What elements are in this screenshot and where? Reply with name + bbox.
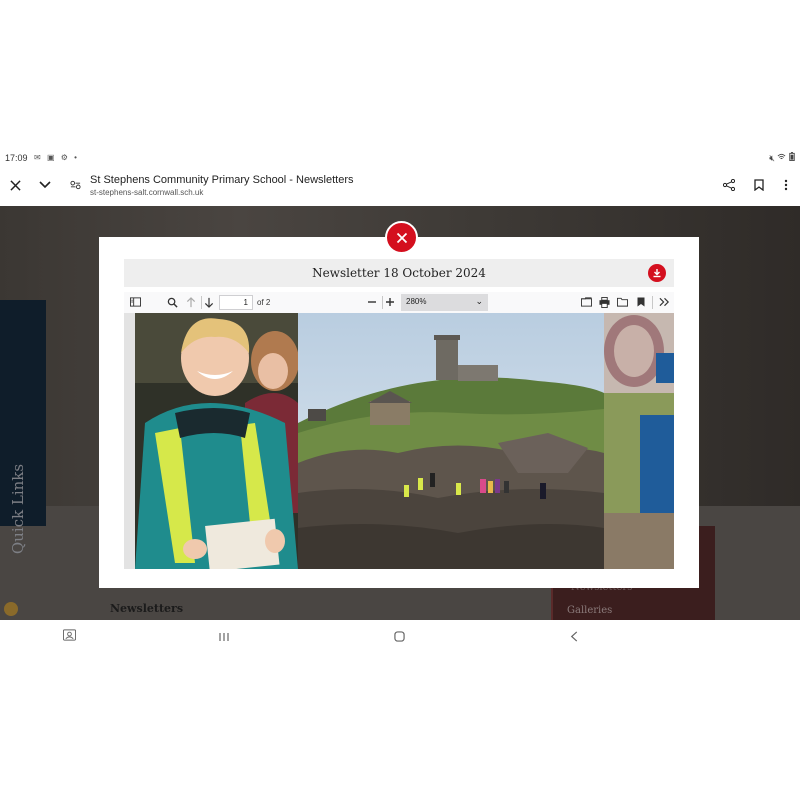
- find-button[interactable]: [164, 294, 180, 310]
- arrow-down-icon: [204, 297, 214, 308]
- close-tab-button[interactable]: [4, 174, 26, 196]
- minimize-button[interactable]: [34, 174, 56, 196]
- page-title: St Stephens Community Primary School - N…: [90, 174, 354, 186]
- document-header: Newsletter 18 October 2024: [124, 259, 674, 287]
- plus-icon: [386, 298, 394, 306]
- toolbar-separator: [652, 296, 653, 309]
- previous-page-button[interactable]: [183, 294, 199, 310]
- bookmark-icon: [637, 297, 645, 307]
- dot-icon: •: [74, 153, 79, 162]
- quick-links-tab[interactable]: Quick Links: [0, 300, 46, 554]
- page-number-input[interactable]: [219, 295, 253, 310]
- wifi-icon: [778, 153, 786, 160]
- side-menu-item-galleries[interactable]: Galleries: [567, 605, 612, 616]
- home-button[interactable]: [394, 629, 405, 647]
- photo-coastline: [298, 313, 604, 569]
- chevron-down-icon: [39, 181, 51, 189]
- print-button[interactable]: [596, 294, 612, 310]
- arrow-up-icon: [186, 296, 196, 307]
- search-icon: [167, 297, 178, 308]
- zoom-in-button[interactable]: [382, 294, 398, 310]
- screenshot-button[interactable]: [63, 628, 76, 646]
- zoom-value: 280%: [406, 297, 427, 306]
- chevron-down-icon: ⌄: [475, 296, 483, 306]
- pdf-toolbar: of 2 280% ⌄: [124, 292, 674, 313]
- pdf-viewport[interactable]: [124, 313, 674, 569]
- home-icon: [394, 631, 405, 642]
- system-icons: 🔇︎: [769, 152, 795, 164]
- pdf-page: [135, 313, 674, 569]
- page-url[interactable]: st-stephens-salt.cornwall.sch.uk: [90, 188, 203, 197]
- photo-board: [604, 313, 674, 569]
- minus-icon: [368, 301, 376, 303]
- open-file-button[interactable]: [614, 294, 630, 310]
- bookmark-button[interactable]: [748, 174, 770, 196]
- close-modal-button[interactable]: [385, 221, 418, 254]
- share-button[interactable]: [718, 174, 740, 196]
- next-page-button[interactable]: [201, 294, 217, 310]
- contacts-icon: ▣: [46, 153, 57, 162]
- share-icon: [723, 179, 735, 191]
- site-settings-button[interactable]: [64, 174, 86, 196]
- bookmark-view-button[interactable]: [633, 294, 649, 310]
- newsletters-heading: Newsletters: [110, 602, 184, 615]
- document-title: Newsletter 18 October 2024: [312, 266, 486, 280]
- screen: 17:09 ✉ ▣ ⚙ • 🔇︎ St Stephens Community P…: [0, 0, 800, 800]
- print-icon: [598, 296, 610, 308]
- bookmark-icon: [754, 179, 764, 191]
- more-options-button[interactable]: [775, 174, 797, 196]
- page-count: of 2: [257, 298, 271, 307]
- browser-toolbar: St Stephens Community Primary School - N…: [0, 166, 800, 206]
- mute-icon: 🔇︎: [769, 153, 775, 163]
- back-icon: [570, 631, 578, 642]
- pdf-modal: Newsletter 18 October 2024 of 2: [99, 237, 699, 588]
- sun-icon: [4, 602, 18, 616]
- sidebar-icon: [129, 297, 141, 307]
- recents-icon: [219, 633, 229, 641]
- quick-links-label: Quick Links: [9, 463, 27, 555]
- folder-icon: [616, 297, 628, 307]
- settings-icon: ⚙: [60, 153, 70, 162]
- download-icon: [653, 269, 661, 278]
- more-icon: [784, 179, 788, 191]
- zoom-out-button[interactable]: [364, 294, 380, 310]
- zoom-select[interactable]: 280% ⌄: [401, 294, 488, 311]
- site-settings-icon: [69, 180, 81, 190]
- double-chevron-right-icon: [658, 297, 669, 307]
- close-icon: [396, 232, 407, 243]
- toggle-sidebar-button[interactable]: [127, 294, 143, 310]
- status-time: 17:09: [5, 153, 28, 163]
- battery-icon: [789, 152, 795, 161]
- screenshot-icon: [63, 629, 76, 641]
- notification-icons: ✉ ▣ ⚙ •: [34, 153, 79, 162]
- tools-button[interactable]: [656, 294, 672, 310]
- back-button[interactable]: [570, 629, 578, 647]
- presentation-mode-button[interactable]: [578, 294, 594, 310]
- download-button[interactable]: [648, 264, 666, 282]
- mail-icon: ✉: [34, 153, 43, 162]
- recents-button[interactable]: [219, 629, 229, 647]
- close-icon: [9, 179, 21, 191]
- status-bar: 17:09 ✉ ▣ ⚙ • 🔇︎: [0, 150, 800, 166]
- presentation-icon: [580, 297, 592, 307]
- photo-children: [135, 313, 298, 569]
